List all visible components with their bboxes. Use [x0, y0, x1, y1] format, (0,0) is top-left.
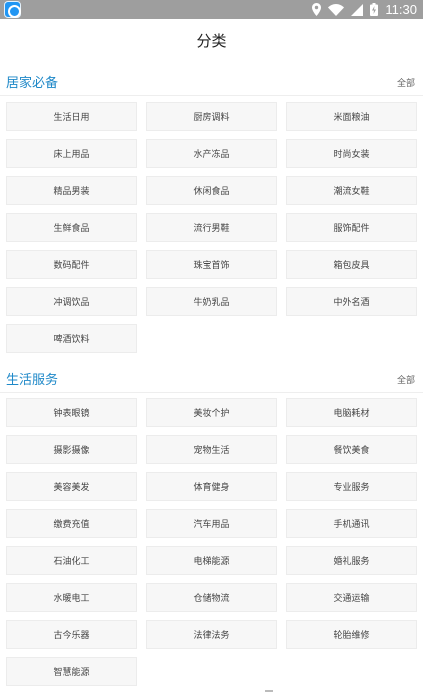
category-item[interactable]: 美容美发	[6, 472, 137, 501]
category-item[interactable]: 时尚女装	[286, 139, 417, 168]
scroll-indicator	[265, 690, 273, 692]
category-item[interactable]: 交通运输	[286, 583, 417, 612]
category-item[interactable]: 电脑耗材	[286, 398, 417, 427]
category-item[interactable]: 珠宝首饰	[146, 250, 277, 279]
category-item[interactable]: 生活日用	[6, 102, 137, 131]
category-grid-home-essentials: 生活日用 厨房调料 米面粮油床上用品 水产冻品 时尚女装精品男装 休闲食品 潮流女鞋生鲜食品…	[6, 102, 417, 353]
section-header-home-essentials: 居家必备 全部	[0, 66, 423, 96]
category-item[interactable]: 冲调饮品	[6, 287, 137, 316]
category-item[interactable]: 啤酒饮料	[6, 324, 137, 353]
category-item[interactable]: 休闲食品	[146, 176, 277, 205]
category-item[interactable]: 米面粮油	[286, 102, 417, 131]
category-item[interactable]: 水产冻品	[146, 139, 277, 168]
category-item[interactable]: 厨房调料	[146, 102, 277, 131]
app-notification-icon	[4, 1, 21, 18]
category-item[interactable]: 钟表眼镜	[6, 398, 137, 427]
location-icon	[312, 3, 322, 16]
view-all-link[interactable]: 全部	[397, 76, 415, 89]
category-item[interactable]: 仓储物流	[146, 583, 277, 612]
category-item[interactable]: 婚礼服务	[286, 546, 417, 575]
category-item[interactable]: 服饰配件	[286, 213, 417, 242]
category-item[interactable]: 电梯能源	[146, 546, 277, 575]
category-item[interactable]: 精品男装	[6, 176, 137, 205]
section-title: 居家必备	[6, 76, 59, 91]
category-item[interactable]: 专业服务	[286, 472, 417, 501]
section-title: 生活服务	[6, 373, 59, 388]
category-item[interactable]: 潮流女鞋	[286, 176, 417, 205]
category-grid-life-services: 钟表眼镜 美妆个护 电脑耗材摄影摄像 宠物生活 餐饮美食美容美发 体育健身 专业服务缴费充值…	[6, 398, 417, 686]
category-item[interactable]: 轮胎维修	[286, 620, 417, 649]
category-item[interactable]: 宠物生活	[146, 435, 277, 464]
category-item[interactable]: 体育健身	[146, 472, 277, 501]
category-item[interactable]: 古今乐器	[6, 620, 137, 649]
wifi-icon	[328, 3, 345, 16]
view-all-link[interactable]: 全部	[397, 373, 415, 386]
battery-icon	[370, 3, 379, 16]
page-title: 分类	[196, 32, 227, 50]
category-item[interactable]: 汽车用品	[146, 509, 277, 538]
category-item[interactable]: 石油化工	[6, 546, 137, 575]
category-item[interactable]: 水暖电工	[6, 583, 137, 612]
category-item[interactable]: 摄影摄像	[6, 435, 137, 464]
status-bar: 11:30	[0, 0, 423, 19]
signal-icon	[351, 3, 364, 16]
category-item[interactable]: 法律法务	[146, 620, 277, 649]
section-header-life-services: 生活服务 全部	[0, 363, 423, 393]
category-item[interactable]: 箱包皮具	[286, 250, 417, 279]
status-time: 11:30	[385, 2, 417, 17]
category-item[interactable]: 美妆个护	[146, 398, 277, 427]
category-item[interactable]: 智慧能源	[6, 657, 137, 686]
category-item[interactable]: 缴费充值	[6, 509, 137, 538]
category-item[interactable]: 床上用品	[6, 139, 137, 168]
category-item[interactable]: 流行男鞋	[146, 213, 277, 242]
category-item[interactable]: 牛奶乳品	[146, 287, 277, 316]
category-item[interactable]: 手机通讯	[286, 509, 417, 538]
category-item[interactable]: 餐饮美食	[286, 435, 417, 464]
category-item[interactable]: 中外名酒	[286, 287, 417, 316]
category-item[interactable]: 生鲜食品	[6, 213, 137, 242]
category-item[interactable]: 数码配件	[6, 250, 137, 279]
